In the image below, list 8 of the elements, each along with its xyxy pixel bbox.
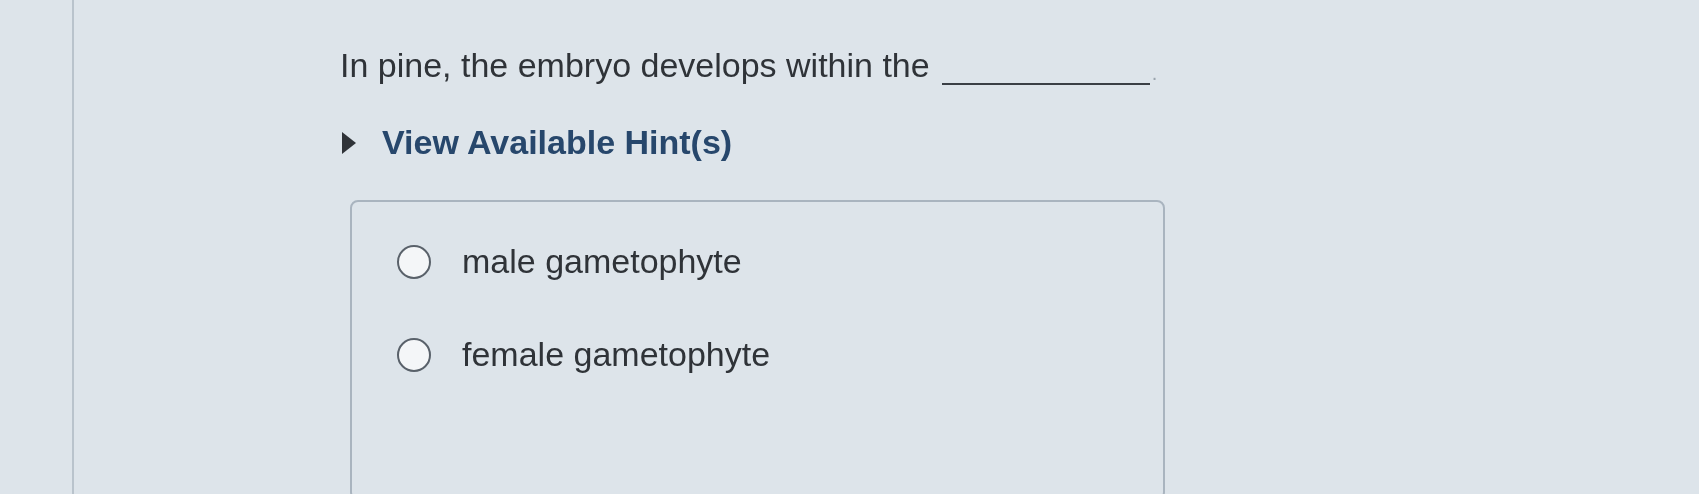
- radio-button[interactable]: [396, 243, 432, 280]
- hint-toggle[interactable]: View Available Hint(s): [340, 123, 733, 162]
- radio-button[interactable]: [396, 336, 432, 373]
- question-text: In pine, the embryo develops within the: [340, 46, 930, 85]
- period-text: .: [1151, 62, 1158, 85]
- answer-option[interactable]: female gametophyte: [396, 335, 1163, 374]
- caret-icon: [340, 131, 356, 154]
- answer-option[interactable]: male gametophyte: [396, 242, 1163, 281]
